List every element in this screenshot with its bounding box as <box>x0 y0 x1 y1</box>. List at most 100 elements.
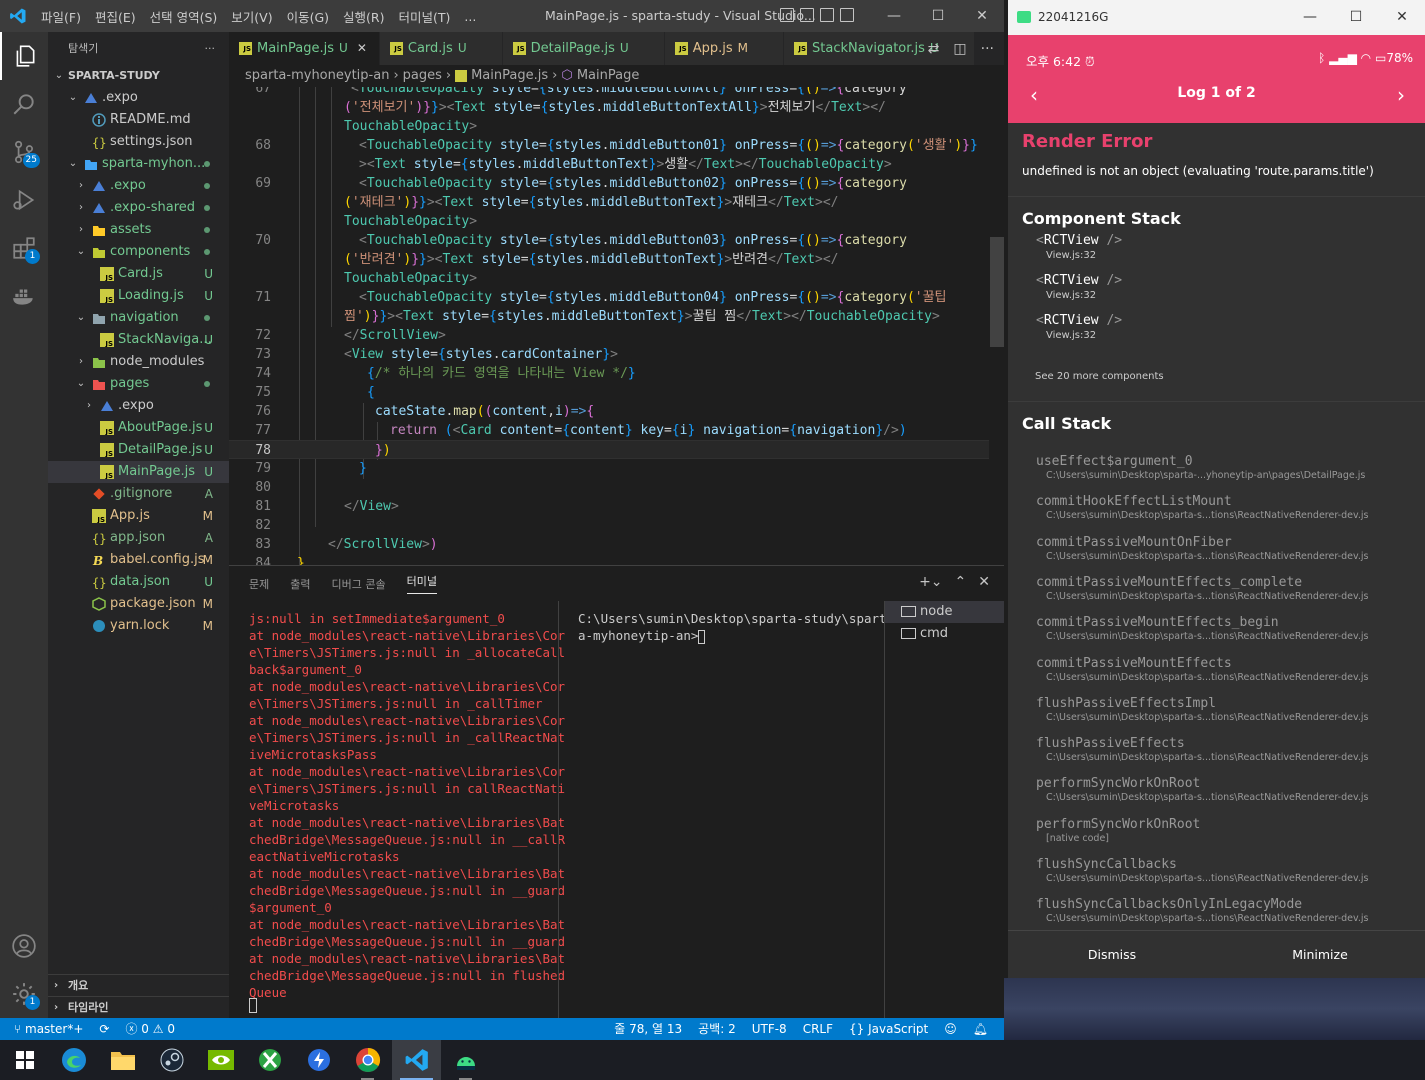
minimize-button[interactable]: — <box>872 0 916 32</box>
branch-status[interactable]: ⑂ master*+ <box>14 1018 83 1040</box>
call-stack-frame[interactable]: performSyncWorkOnRoot [native code] <box>1036 817 1416 844</box>
tree-item[interactable]: {} settings.json <box>48 131 229 153</box>
tree-item[interactable]: JS DetailPage.js U <box>48 439 229 461</box>
more-actions-icon[interactable]: ··· <box>981 41 994 57</box>
call-stack-frame[interactable]: flushPassiveEffects C:\Users\sumin\Deskto… <box>1036 736 1416 763</box>
terminal-output-cmd[interactable]: C:\Users\sumin\Desktop\sparta-study\spar… <box>578 610 887 644</box>
call-stack-frame[interactable]: commitPassiveMountOnFiber C:\Users\sumin\… <box>1036 535 1416 562</box>
manage-activity[interactable]: 1 <box>0 970 48 1018</box>
toggle-panel-icon[interactable] <box>800 8 814 22</box>
encoding[interactable]: UTF-8 <box>752 1018 787 1040</box>
tree-item[interactable]: {} data.json U <box>48 571 229 593</box>
call-stack-frame[interactable]: commitPassiveMountEffects_begin C:\Users\… <box>1036 615 1416 642</box>
tree-item[interactable]: › .expo-shared <box>48 197 229 219</box>
language-mode[interactable]: {} JavaScript <box>849 1018 928 1040</box>
source-control-activity[interactable]: 25 <box>0 128 48 176</box>
taskbar-edge[interactable] <box>49 1040 98 1080</box>
tree-item[interactable]: ⌄ navigation <box>48 307 229 329</box>
explorer-more-button[interactable]: ··· <box>205 42 216 55</box>
tree-item[interactable]: JS StackNaviga... U <box>48 329 229 351</box>
panel-tab[interactable]: 문제 <box>249 576 269 592</box>
editor-scrollbar[interactable] <box>990 237 1004 347</box>
tree-item[interactable]: ⌄ pages <box>48 373 229 395</box>
problems-status[interactable]: ⓧ 0 ⚠ 0 <box>125 1018 175 1040</box>
editor-tab[interactable]: JS App.js M <box>664 32 784 65</box>
terminal-output-node[interactable]: js:null in setImmediate$argument_0 at no… <box>249 610 565 1016</box>
menu-item[interactable]: 편집(E) <box>88 7 143 26</box>
tree-item[interactable]: JS Card.js U <box>48 263 229 285</box>
taskbar-vscode[interactable] <box>392 1040 441 1080</box>
tree-item[interactable]: .gitignore A <box>48 483 229 505</box>
emulator-close-button[interactable]: ✕ <box>1379 0 1425 35</box>
menu-item[interactable]: ... <box>457 9 483 24</box>
component-frame[interactable]: <RCTView /> View.js:32 <box>1036 313 1122 341</box>
customize-layout-icon[interactable] <box>840 8 854 22</box>
menu-item[interactable]: 보기(V) <box>224 7 279 26</box>
close-window-button[interactable]: ✕ <box>960 0 1004 32</box>
menu-item[interactable]: 이동(G) <box>280 7 336 26</box>
notifications-icon[interactable]: 🔔︎ <box>973 1018 988 1040</box>
tree-item[interactable]: {} app.json A <box>48 527 229 549</box>
explorer-activity[interactable] <box>0 32 48 80</box>
feedback-icon[interactable]: ☺ <box>944 1018 957 1040</box>
compare-changes-icon[interactable]: ⇄ <box>928 41 940 57</box>
dismiss-button[interactable]: Dismiss <box>1008 947 1216 962</box>
editor-tab[interactable]: JS MainPage.js U ✕ <box>229 32 380 65</box>
cursor-position[interactable]: 줄 78, 열 13 <box>614 1018 682 1040</box>
sync-icon[interactable]: ⟳ <box>99 1018 109 1040</box>
breadcrumb-item[interactable]: MainPage.js <box>471 68 548 83</box>
panel-tab[interactable]: 터미널 <box>406 573 437 594</box>
toggle-secondary-sidebar-icon[interactable] <box>820 8 834 22</box>
code-editor[interactable]: 67 <TouchableOpacity style={styles.middle… <box>229 87 1004 565</box>
taskbar-android-emulator[interactable] <box>441 1040 490 1080</box>
close-tab-icon[interactable]: ✕ <box>357 32 367 65</box>
menu-item[interactable]: 실행(R) <box>336 7 391 26</box>
docker-activity[interactable] <box>0 272 48 320</box>
panel-tab[interactable]: 디버그 콘솔 <box>332 576 386 592</box>
tree-item[interactable]: ⌄ .expo <box>48 87 229 109</box>
tree-item[interactable]: package.json M <box>48 593 229 615</box>
call-stack-frame[interactable]: performSyncWorkOnRoot C:\Users\sumin\Desk… <box>1036 776 1416 803</box>
tree-item[interactable]: JS AboutPage.js U <box>48 417 229 439</box>
call-stack-frame[interactable]: commitHookEffectListMount C:\Users\sumin\… <box>1036 494 1416 521</box>
menu-item[interactable]: 선택 영역(S) <box>143 7 225 26</box>
terminal-cmd[interactable]: cmd <box>885 623 1004 645</box>
tree-item[interactable]: ⌄ components <box>48 241 229 263</box>
tree-item[interactable]: › .expo <box>48 175 229 197</box>
menu-item[interactable]: 파일(F) <box>34 7 88 26</box>
run-debug-activity[interactable] <box>0 176 48 224</box>
split-editor-icon[interactable]: ◫ <box>953 41 966 57</box>
menu-item[interactable]: 터미널(T) <box>392 7 458 26</box>
extensions-activity[interactable]: 1 <box>0 224 48 272</box>
see-more-components[interactable]: See 20 more components <box>1035 371 1164 382</box>
maximize-button[interactable]: ☐ <box>916 0 960 32</box>
call-stack-frame[interactable]: commitPassiveMountEffects C:\Users\sumin\… <box>1036 656 1416 683</box>
search-activity[interactable] <box>0 80 48 128</box>
tree-item[interactable]: JS App.js M <box>48 505 229 527</box>
editor-tab[interactable]: JS Card.js U <box>379 32 503 65</box>
previous-log-button[interactable]: ‹ <box>1030 83 1038 107</box>
timeline-section[interactable]: › 타임라인 <box>48 996 229 1018</box>
end-of-line[interactable]: CRLF <box>803 1018 833 1040</box>
toggle-sidebar-icon[interactable] <box>780 8 794 22</box>
component-frame[interactable]: <RCTView /> View.js:32 <box>1036 233 1122 261</box>
tree-item[interactable]: JS Loading.js U <box>48 285 229 307</box>
tree-item[interactable]: yarn.lock M <box>48 615 229 637</box>
taskbar-xbox[interactable] <box>245 1040 294 1080</box>
outline-section[interactable]: › 개요 <box>48 974 229 996</box>
start-button[interactable] <box>0 1040 49 1080</box>
tree-item[interactable]: › node_modules <box>48 351 229 373</box>
breadcrumb-item[interactable]: pages <box>403 68 442 83</box>
breadcrumb-item[interactable]: MainPage <box>577 68 640 83</box>
next-log-button[interactable]: › <box>1397 83 1405 107</box>
taskbar-app-blue[interactable] <box>294 1040 343 1080</box>
emulator-maximize-button[interactable]: ☐ <box>1333 0 1379 35</box>
taskbar-file-explorer[interactable] <box>98 1040 147 1080</box>
terminal-node[interactable]: node <box>885 601 1004 623</box>
call-stack-frame[interactable]: flushPassiveEffectsImpl C:\Users\sumin\De… <box>1036 696 1416 723</box>
component-frame[interactable]: <RCTView /> View.js:32 <box>1036 273 1122 301</box>
maximize-panel-icon[interactable]: ⌃ <box>955 574 967 590</box>
emulator-minimize-button[interactable]: — <box>1287 0 1333 35</box>
panel-tab[interactable]: 출력 <box>290 576 310 592</box>
call-stack-frame[interactable]: flushSyncCallbacksOnlyInLegacyMode C:\Use… <box>1036 897 1416 924</box>
